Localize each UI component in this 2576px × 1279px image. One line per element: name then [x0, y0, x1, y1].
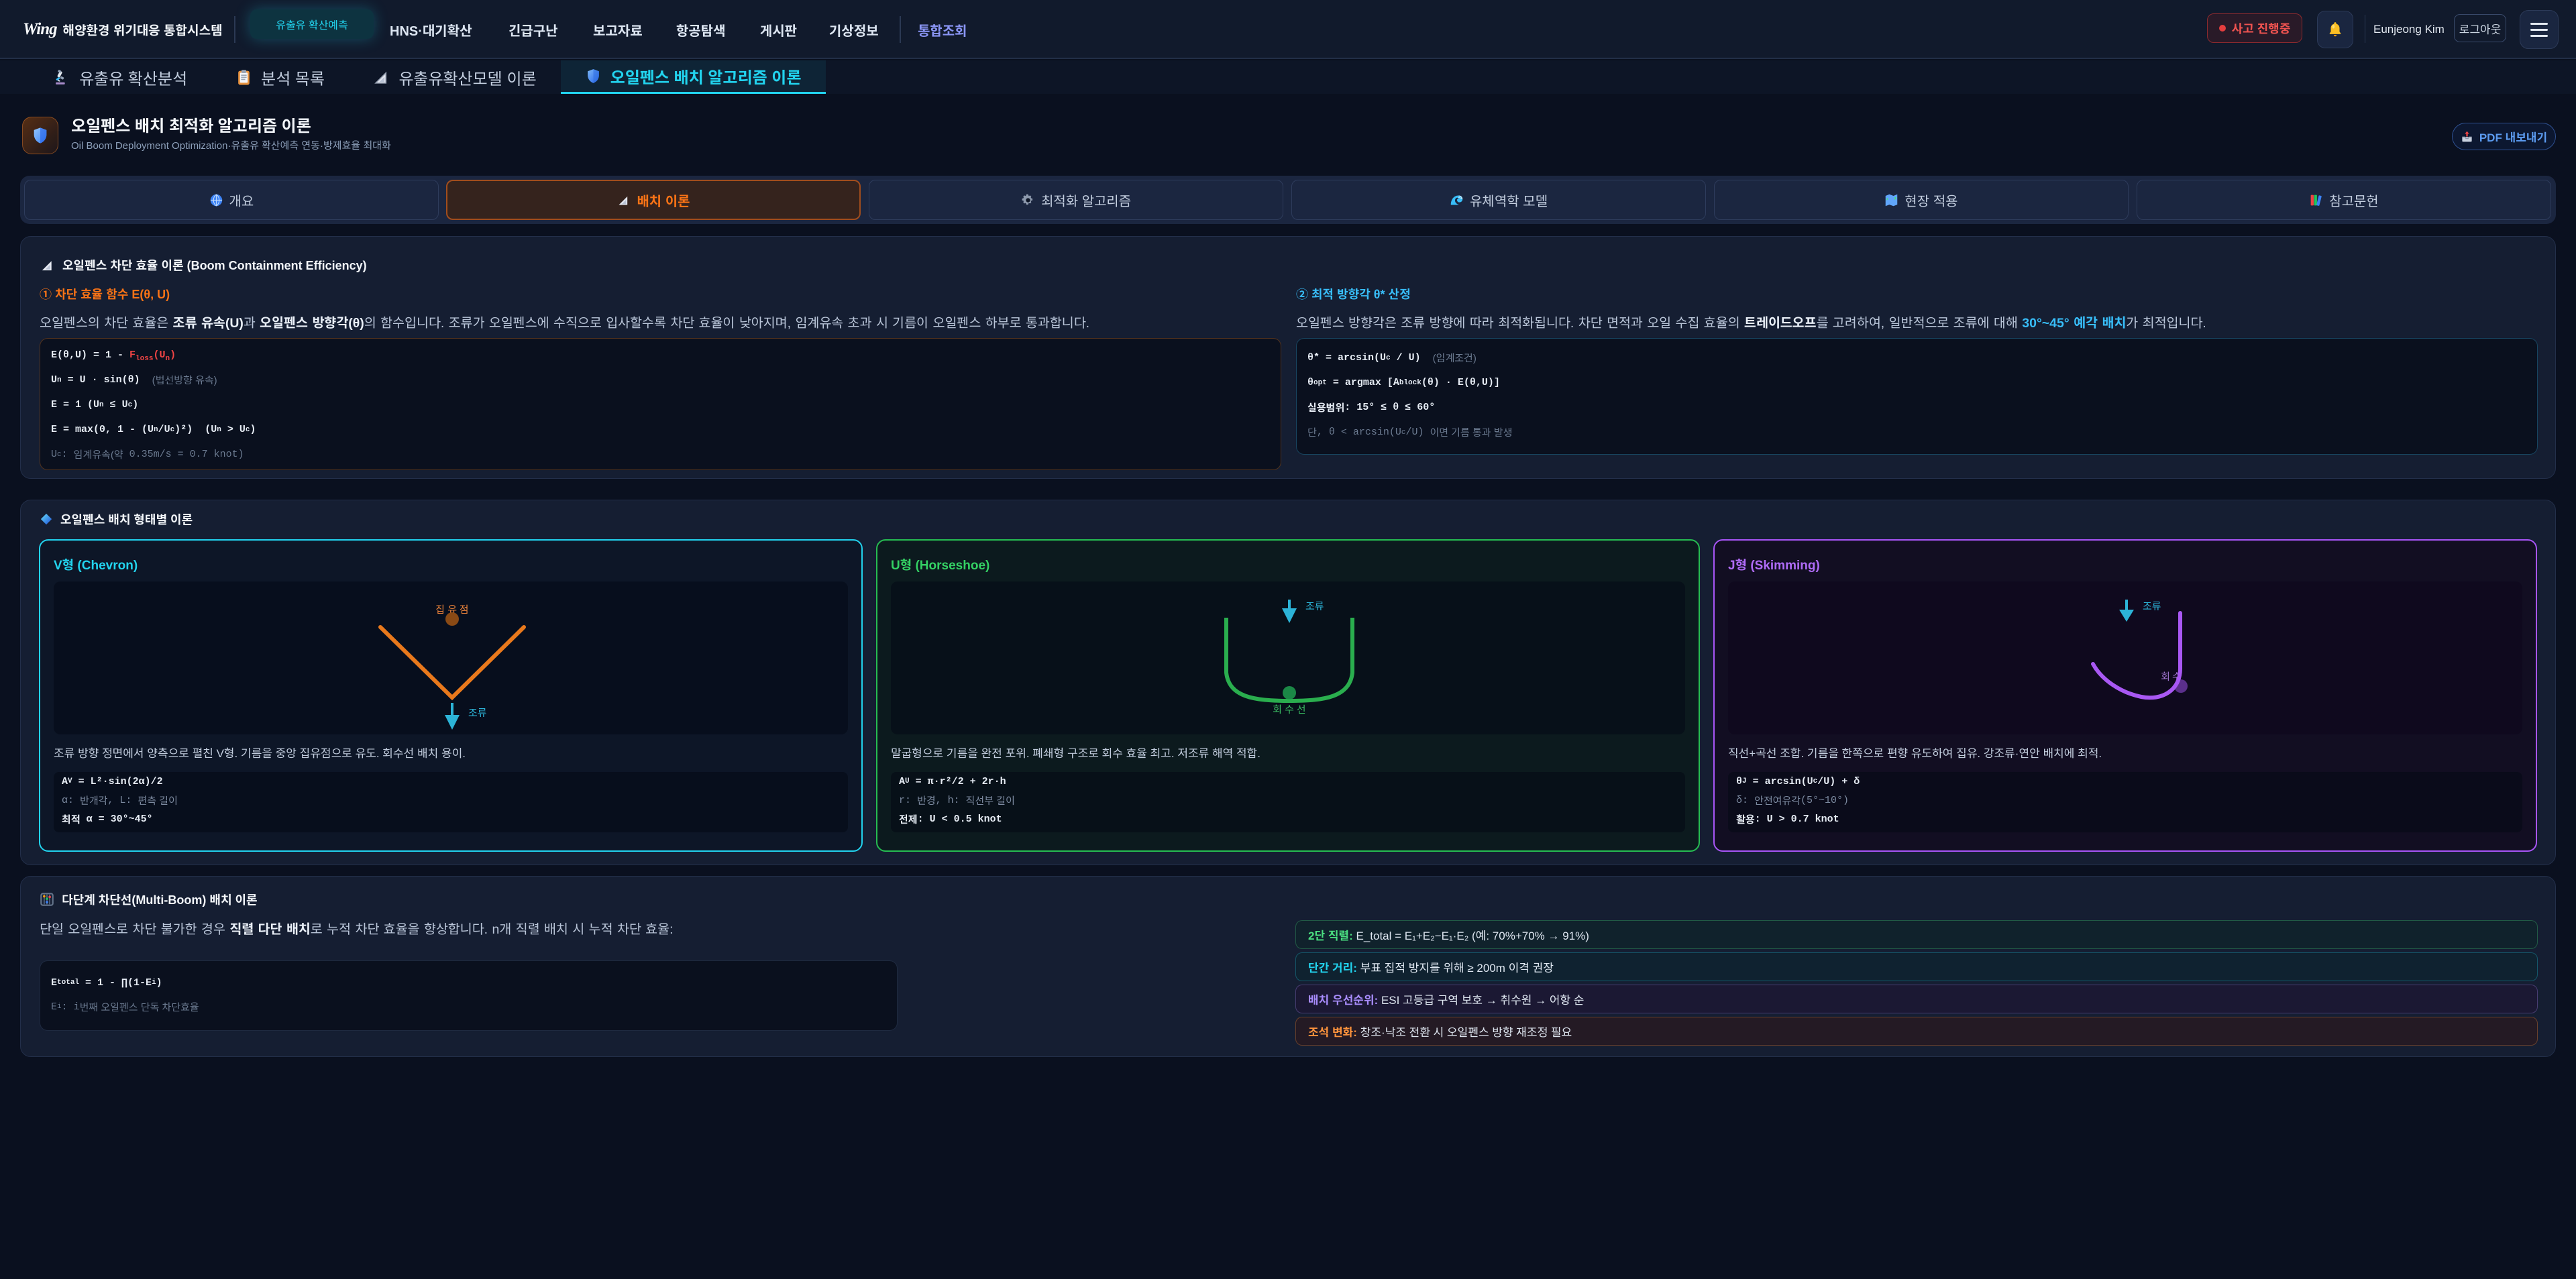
svg-text:조류: 조류	[1305, 602, 1324, 612]
svg-text:조류: 조류	[2143, 602, 2161, 612]
svg-text:회수선: 회수선	[1273, 704, 1308, 716]
svg-text:조류: 조류	[468, 708, 487, 719]
